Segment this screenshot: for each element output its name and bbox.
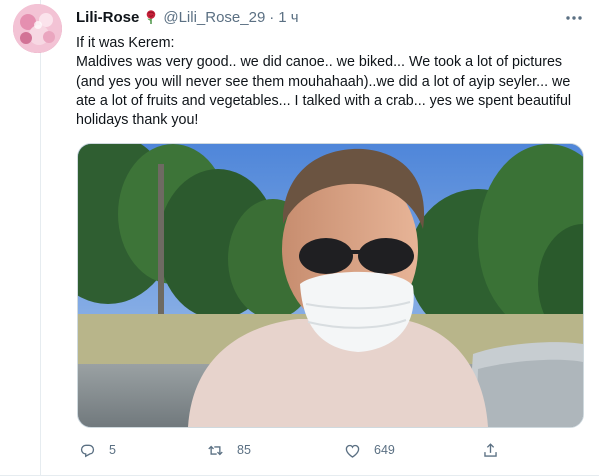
handle[interactable]: @Lili_Rose_29 <box>163 9 265 26</box>
retweet-count: 85 <box>237 443 251 457</box>
like-count: 649 <box>374 443 395 457</box>
avatar[interactable] <box>13 4 62 53</box>
like-button[interactable]: 649 <box>343 440 395 460</box>
thread-line <box>40 0 41 476</box>
tweet-text: If it was Kerem: Maldives was very good.… <box>76 34 586 130</box>
reply-count: 5 <box>109 443 116 457</box>
reply-icon <box>80 444 95 457</box>
tweet-text-line: If it was Kerem: <box>76 35 175 51</box>
tweet-actions: 5 85 649 <box>78 440 588 460</box>
tweet-photo[interactable] <box>77 143 584 428</box>
separator-dot: · <box>269 8 275 26</box>
heart-icon <box>345 444 360 458</box>
share-button[interactable] <box>481 440 500 460</box>
timestamp[interactable]: 1 ч <box>278 9 298 26</box>
display-name[interactable]: Lili-Rose <box>76 9 139 26</box>
more-dots-icon[interactable] <box>563 8 585 28</box>
tweet-text-line: Maldives was very good.. we did canoe.. … <box>76 54 572 129</box>
retweet-button[interactable]: 85 <box>206 440 251 460</box>
retweet-icon <box>208 445 223 455</box>
rose-emoji <box>147 10 156 24</box>
share-icon <box>484 442 497 457</box>
reply-button[interactable]: 5 <box>78 440 116 460</box>
tweet-header: Lili-Rose @Lili_Rose_29 · 1 ч <box>76 8 299 26</box>
